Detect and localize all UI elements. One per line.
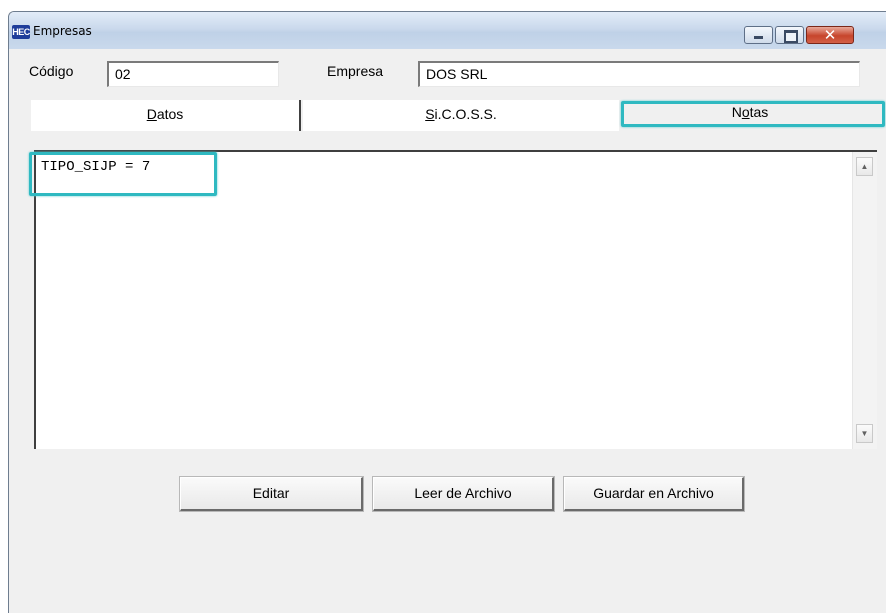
tab-datos-label: atos — [156, 106, 184, 122]
close-button[interactable]: ✕ — [806, 26, 854, 44]
empresa-field[interactable]: DOS SRL — [418, 61, 860, 87]
maximize-icon — [784, 30, 798, 43]
minimize-button[interactable] — [744, 26, 773, 44]
empresa-label: Empresa — [327, 63, 384, 79]
scroll-down-icon[interactable]: ▼ — [856, 424, 873, 443]
close-icon: ✕ — [823, 26, 837, 44]
notes-scrollbar[interactable]: ▲ ▼ — [852, 152, 877, 449]
app-logo-icon: HEC — [12, 25, 30, 39]
minimize-icon — [754, 36, 763, 39]
tab-sicoss-mnemonic: S — [425, 106, 435, 122]
highlight-notas-tab — [621, 101, 885, 127]
tab-sicoss[interactable]: Si.C.O.S.S. — [303, 100, 619, 131]
title-bar[interactable]: HEC Empresas ✕ — [9, 12, 886, 49]
codigo-label: Código — [29, 63, 74, 79]
empresas-window: HEC Empresas ✕ Código 02 Empresa DOS SRL… — [8, 11, 886, 613]
editar-button[interactable]: Editar — [179, 476, 364, 512]
highlight-notes-text — [29, 152, 217, 196]
tab-sicoss-label: i.C.O.S.S. — [434, 106, 497, 122]
window-title: Empresas — [33, 24, 92, 38]
tab-datos[interactable]: Datos — [31, 100, 301, 131]
maximize-button[interactable] — [775, 26, 804, 44]
tab-datos-mnemonic: D — [146, 106, 157, 122]
scroll-up-icon[interactable]: ▲ — [856, 157, 873, 176]
guardar-archivo-button[interactable]: Guardar en Archivo — [563, 476, 745, 512]
codigo-field[interactable]: 02 — [107, 61, 279, 87]
leer-archivo-button[interactable]: Leer de Archivo — [372, 476, 555, 512]
